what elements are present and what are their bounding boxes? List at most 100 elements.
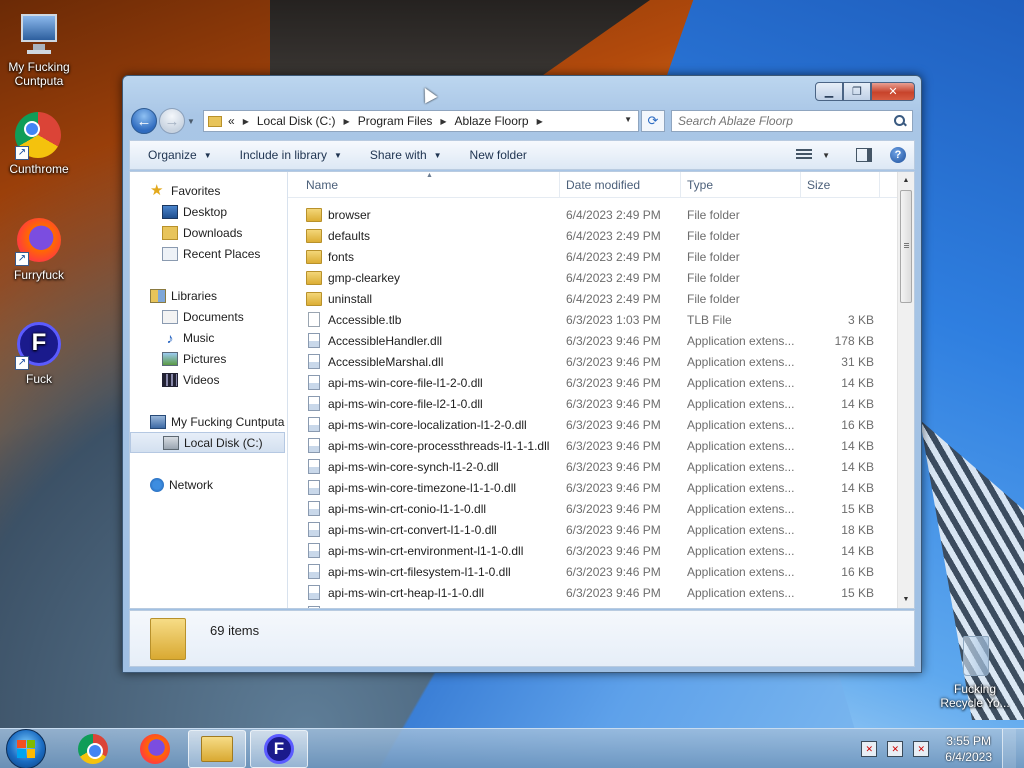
desktop-icon-firefox[interactable]: ↗ Furryfuck <box>1 216 77 282</box>
dll-file-icon <box>308 417 320 432</box>
breadcrumb-local-disk[interactable]: Local Disk (C:) <box>257 114 336 128</box>
file-row[interactable]: browser 6/4/2023 2:49 PM File folder <box>288 204 914 225</box>
chevron-down-icon: ▼ <box>203 150 212 160</box>
column-header-size[interactable]: Size <box>801 172 880 197</box>
action-center-flag-icon[interactable]: ✕ <box>861 740 878 757</box>
file-row[interactable]: Accessible.tlb 6/3/2023 1:03 PM TLB File 3 … <box>288 309 914 330</box>
nav-videos-label: Videos <box>183 372 220 387</box>
nav-videos[interactable]: Videos <box>130 369 287 390</box>
nav-recent-places[interactable]: Recent Places <box>130 243 287 264</box>
file-name-cell: AccessibleMarshal.dll <box>288 354 560 369</box>
nav-music[interactable]: ♪ Music <box>130 327 287 348</box>
nav-documents[interactable]: Documents <box>130 306 287 327</box>
nav-network-label: Network <box>169 477 214 492</box>
address-bar[interactable]: « ▶ Local Disk (C:) ▶ Program Files ▶ Ab… <box>203 110 639 132</box>
explorer-window[interactable]: ▁ ❐ ✕ ← → ▼ « ▶ Local Disk (C:) ▶ Progra… <box>122 75 922 673</box>
nav-computer[interactable]: My Fucking Cuntputa <box>130 411 287 432</box>
search-box[interactable] <box>671 110 913 132</box>
scrollbar-thumb[interactable] <box>900 190 912 303</box>
close-button[interactable]: ✕ <box>871 82 915 101</box>
include-in-library-menu[interactable]: Include in library ▼ <box>226 148 356 162</box>
file-row[interactable]: uninstall 6/4/2023 2:49 PM File folder <box>288 288 914 309</box>
file-row[interactable]: api-ms-win-core-synch-l1-2-0.dll 6/3/2023… <box>288 456 914 477</box>
breadcrumb-separator-icon[interactable]: ▶ <box>440 117 446 126</box>
breadcrumb-ablaze-floorp[interactable]: Ablaze Floorp <box>455 114 529 128</box>
file-row[interactable]: api-ms-win-crt-locale-l1-1-0.dll 6/3/2023… <box>288 603 914 608</box>
file-row[interactable]: gmp-clearkey 6/4/2023 2:49 PM File folder <box>288 267 914 288</box>
search-input[interactable] <box>678 114 894 128</box>
search-icon[interactable] <box>894 115 906 127</box>
file-name-cell: api-ms-win-core-timezone-l1-1-0.dll <box>288 480 560 495</box>
file-row[interactable]: AccessibleMarshal.dll 6/3/2023 9:46 PM App… <box>288 351 914 372</box>
breadcrumb-separator-icon[interactable]: ▶ <box>537 117 543 126</box>
system-clock[interactable]: 3:55 PM 6/4/2023 <box>945 733 992 765</box>
volume-muted-icon[interactable]: ✕ <box>913 740 930 757</box>
new-folder-button[interactable]: New folder <box>456 148 541 162</box>
file-row[interactable]: api-ms-win-core-localization-l1-2-0.dll 6… <box>288 414 914 435</box>
nav-downloads[interactable]: Downloads <box>130 222 287 243</box>
start-button[interactable] <box>6 728 46 768</box>
file-row[interactable]: api-ms-win-core-file-l1-2-0.dll 6/3/2023 … <box>288 372 914 393</box>
file-row[interactable]: api-ms-win-crt-environment-l1-1-0.dll 6/3… <box>288 540 914 561</box>
desktop-icon-floorp[interactable]: F ↗ Fuck <box>1 320 77 386</box>
vertical-scrollbar[interactable]: ▲ ▼ <box>897 172 914 608</box>
column-header-name[interactable]: Name <box>288 172 560 197</box>
breadcrumb-separator-icon[interactable]: ▶ <box>243 117 249 126</box>
forward-button[interactable]: → <box>159 108 185 134</box>
help-icon[interactable]: ? <box>890 147 906 163</box>
file-date: 6/3/2023 9:46 PM <box>566 396 661 411</box>
file-date: 6/4/2023 2:49 PM <box>566 291 661 306</box>
breadcrumb-overflow[interactable]: « <box>228 114 235 128</box>
nav-pictures[interactable]: Pictures <box>130 348 287 369</box>
share-with-menu[interactable]: Share with ▼ <box>356 148 456 162</box>
computer-icon <box>150 414 166 429</box>
show-desktop-button[interactable] <box>1002 728 1016 768</box>
change-view-icon[interactable] <box>796 149 813 161</box>
file-row[interactable]: api-ms-win-core-file-l2-1-0.dll 6/3/2023 … <box>288 393 914 414</box>
explorer-content: ★ Favorites Desktop Downloads Recent Plac… <box>129 171 915 609</box>
taskbar-firefox[interactable] <box>126 730 184 768</box>
scroll-down-icon[interactable]: ▼ <box>898 591 914 608</box>
nav-desktop[interactable]: Desktop <box>130 201 287 222</box>
nav-network[interactable]: Network <box>130 474 287 495</box>
taskbar-chrome[interactable] <box>64 730 122 768</box>
view-options-dropdown-icon[interactable]: ▼ <box>822 151 830 160</box>
refresh-button[interactable]: ⟳ <box>641 110 665 132</box>
file-row[interactable]: api-ms-win-crt-convert-l1-1-0.dll 6/3/202… <box>288 519 914 540</box>
file-row[interactable]: AccessibleHandler.dll 6/3/2023 9:46 PM App… <box>288 330 914 351</box>
desktop-icon-recycle-bin[interactable]: Fucking Recycle Yo... <box>937 632 1013 710</box>
file-size: 18 KB <box>841 522 874 537</box>
file-size: 15 KB <box>841 501 874 516</box>
recent-pages-dropdown[interactable]: ▼ <box>185 117 197 126</box>
windows-explorer-icon <box>201 735 233 762</box>
taskbar-explorer[interactable] <box>188 729 246 768</box>
address-dropdown-icon[interactable]: ▼ <box>624 115 632 124</box>
nav-favorites[interactable]: ★ Favorites <box>130 180 287 201</box>
file-row[interactable]: api-ms-win-crt-conio-l1-1-0.dll 6/3/2023 … <box>288 498 914 519</box>
back-button[interactable]: ← <box>131 108 157 134</box>
network-status-icon[interactable]: ✕ <box>887 740 904 757</box>
file-row[interactable]: defaults 6/4/2023 2:49 PM File folder <box>288 225 914 246</box>
breadcrumb-separator-icon[interactable]: ▶ <box>344 117 350 126</box>
desktop-icon-chrome[interactable]: ↗ Cunthrome <box>1 112 77 176</box>
file-date: 6/3/2023 9:46 PM <box>566 459 661 474</box>
maximize-button[interactable]: ❐ <box>843 82 871 101</box>
scroll-up-icon[interactable]: ▲ <box>898 172 914 189</box>
column-header-type[interactable]: Type <box>681 172 801 197</box>
organize-menu[interactable]: Organize ▼ <box>134 148 226 162</box>
nav-libraries[interactable]: Libraries <box>130 285 287 306</box>
file-row[interactable]: api-ms-win-crt-heap-l1-1-0.dll 6/3/2023 9… <box>288 582 914 603</box>
sort-ascending-icon: ▲ <box>426 172 433 179</box>
desktop-icon-computer[interactable]: My Fucking Cuntputa <box>1 10 77 88</box>
breadcrumb-program-files[interactable]: Program Files <box>358 114 433 128</box>
file-row[interactable]: api-ms-win-core-processthreads-l1-1-1.dl… <box>288 435 914 456</box>
minimize-button[interactable]: ▁ <box>815 82 843 101</box>
nav-local-disk[interactable]: Local Disk (C:) <box>130 432 285 453</box>
file-row[interactable]: api-ms-win-core-timezone-l1-1-0.dll 6/3/2… <box>288 477 914 498</box>
column-header-date[interactable]: Date modified <box>560 172 681 197</box>
preview-pane-icon[interactable] <box>856 148 872 162</box>
file-row[interactable]: api-ms-win-crt-filesystem-l1-1-0.dll 6/3/… <box>288 561 914 582</box>
file-row[interactable]: fonts 6/4/2023 2:49 PM File folder <box>288 246 914 267</box>
taskbar-floorp[interactable]: F <box>250 729 308 768</box>
file-name-cell: browser <box>288 207 560 222</box>
